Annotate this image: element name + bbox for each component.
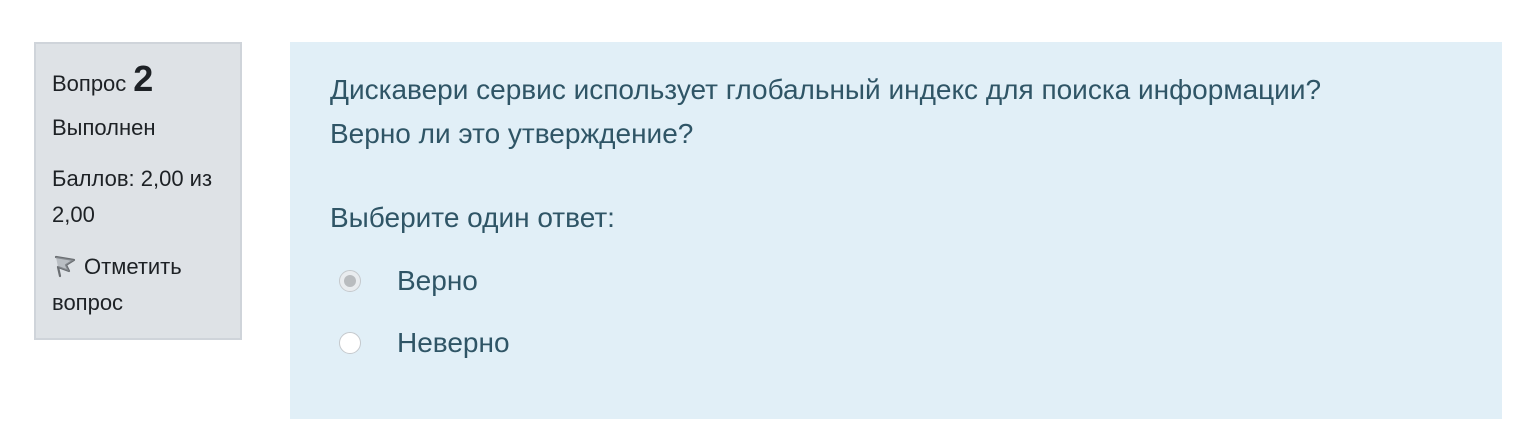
question-text-line1: Дискавери сервис использует глобальный и… xyxy=(330,74,1322,105)
question-text: Дискавери сервис использует глобальный и… xyxy=(330,68,1462,156)
flag-icon xyxy=(52,253,78,278)
question-grade: Баллов: 2,00 из 2,00 xyxy=(52,166,213,227)
answer-option-true[interactable]: Верно xyxy=(330,250,1462,312)
answer-option-false[interactable]: Неверно xyxy=(330,312,1462,374)
flag-question-link[interactable]: Отметить вопрос xyxy=(52,249,224,321)
radio-button-false[interactable] xyxy=(339,332,361,354)
answer-label-true: Верно xyxy=(397,265,478,296)
question-text-line2: Верно ли это утверждение? xyxy=(330,118,694,149)
question-info-panel: Вопрос 2 Выполнен Баллов: 2,00 из 2,00 О… xyxy=(34,42,242,340)
radio-button-true[interactable] xyxy=(339,270,361,292)
question-content-panel: Дискавери сервис использует глобальный и… xyxy=(290,42,1502,419)
question-label: Вопрос xyxy=(52,71,127,96)
answer-prompt: Выберите один ответ: xyxy=(330,202,615,233)
question-number: 2 xyxy=(133,58,154,99)
question-number-heading: Вопрос 2 xyxy=(52,58,224,101)
answer-label-false: Неверно xyxy=(397,327,510,358)
question-state: Выполнен xyxy=(52,115,156,140)
answer-list: Верно Неверно xyxy=(330,250,1462,374)
